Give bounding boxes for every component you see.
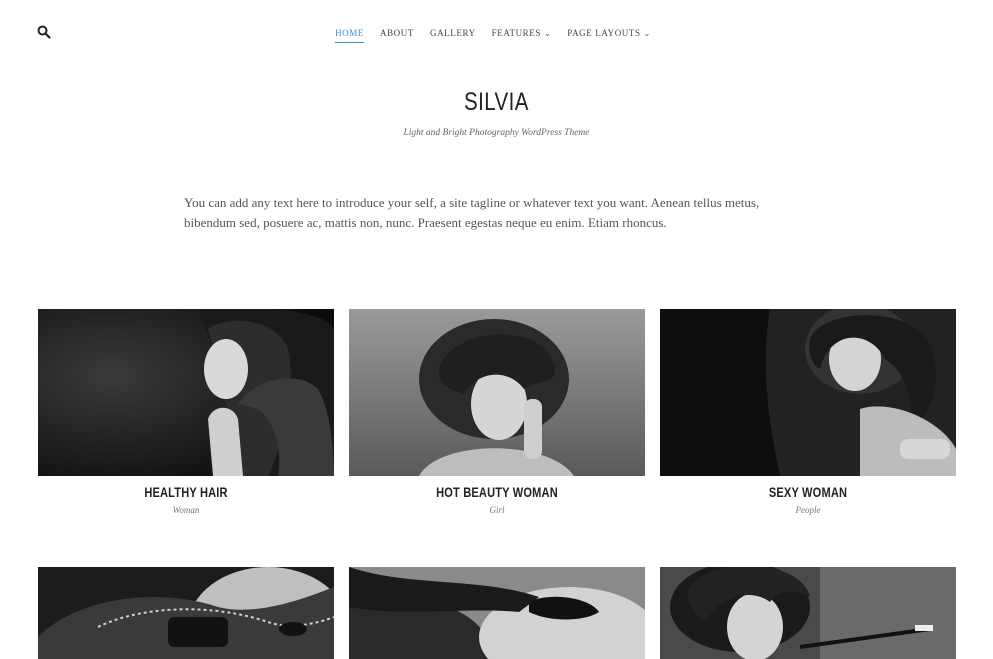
gallery-photo[interactable] [349, 309, 645, 476]
site-title[interactable]: SILVIA [89, 88, 903, 117]
nav-item-label: HOME [335, 28, 364, 38]
nav-item-page-layouts[interactable]: PAGE LAYOUTS ⌄ [567, 28, 651, 41]
gallery-item[interactable]: SEXY WOMAN People [660, 309, 956, 515]
gallery-item[interactable] [660, 567, 956, 659]
gallery-item[interactable] [38, 567, 334, 659]
gallery-photo[interactable] [38, 309, 334, 476]
nav-item-label: ABOUT [379, 28, 414, 38]
main-navigation: HOME ABOUT GALLERY FEATURES ⌄ PAGE LAYOUT… [0, 28, 993, 43]
gallery-item[interactable]: HEALTHY HAIR Woman [38, 309, 334, 515]
site-tagline: Light and Bright Photography WordPress T… [403, 128, 590, 138]
gallery-item-title[interactable]: SEXY WOMAN [687, 485, 930, 500]
gallery-item-title[interactable]: HEALTHY HAIR [65, 485, 308, 500]
gallery-photo[interactable] [349, 567, 645, 659]
gallery-photo[interactable] [660, 567, 956, 659]
gallery-item[interactable]: HOT BEAUTY WOMAN Girl [349, 309, 645, 515]
gallery-item[interactable] [349, 567, 645, 659]
intro-text: You can add any text here to introduce y… [184, 195, 760, 230]
nav-item-label: FEATURES [491, 28, 541, 38]
nav-item-label: GALLERY [429, 28, 476, 38]
nav-item-features[interactable]: FEATURES ⌄ [492, 28, 552, 41]
nav-item-about[interactable]: ABOUT [380, 28, 414, 41]
nav-item-home[interactable]: HOME [335, 28, 364, 43]
gallery-item-category[interactable]: Girl [349, 505, 645, 515]
nav-item-label: PAGE LAYOUTS [567, 28, 641, 38]
chevron-down-icon: ⌄ [543, 29, 552, 38]
gallery-photo[interactable] [38, 567, 334, 659]
gallery-item-title[interactable]: HOT BEAUTY WOMAN [376, 485, 619, 500]
gallery-photo[interactable] [660, 309, 956, 476]
nav-item-gallery[interactable]: GALLERY [430, 28, 476, 41]
chevron-down-icon: ⌄ [643, 29, 651, 38]
gallery-item-category[interactable]: Woman [38, 505, 334, 515]
gallery-item-category[interactable]: People [660, 505, 956, 515]
